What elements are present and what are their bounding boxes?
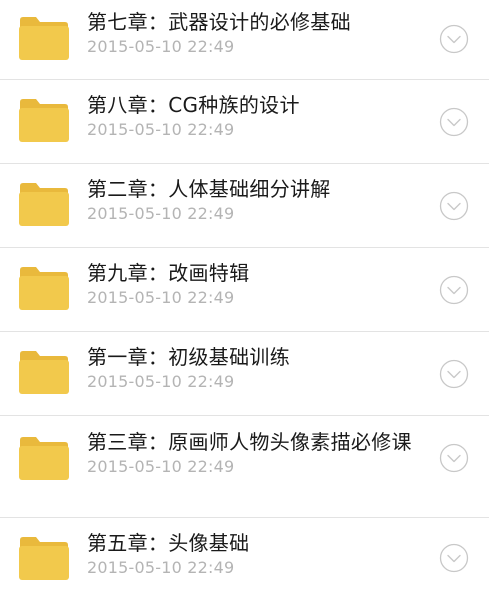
folder-icon: [18, 16, 69, 60]
item-title: 第五章：头像基础: [87, 531, 250, 555]
list-item[interactable]: 第二章：人体基础细分讲解 2015-05-10 22:49: [0, 164, 489, 248]
item-date: 2015-05-10 22:49: [87, 120, 235, 139]
list-item[interactable]: 第九章：改画特辑 2015-05-10 22:49: [0, 248, 489, 332]
chevron-down-icon[interactable]: [439, 275, 469, 305]
item-title: 第三章：原画师人物头像素描必修课: [87, 430, 412, 454]
list-item[interactable]: 第五章：头像基础 2015-05-10 22:49: [0, 518, 489, 602]
item-title: 第二章：人体基础细分讲解: [87, 177, 331, 201]
file-list: 第七章：武器设计的必修基础 2015-05-10 22:49 第八章：CG种族的…: [0, 0, 489, 602]
chevron-down-icon[interactable]: [439, 543, 469, 573]
item-title: 第八章：CG种族的设计: [87, 93, 300, 117]
folder-icon: [18, 98, 69, 142]
item-date: 2015-05-10 22:49: [87, 204, 235, 223]
folder-icon: [18, 266, 69, 310]
list-item[interactable]: 第三章：原画师人物头像素描必修课 2015-05-10 22:49: [0, 416, 489, 518]
item-date: 2015-05-10 22:49: [87, 457, 235, 476]
item-title: 第一章：初级基础训练: [87, 345, 290, 369]
item-date: 2015-05-10 22:49: [87, 37, 235, 56]
item-title: 第九章：改画特辑: [87, 261, 250, 285]
folder-icon: [18, 350, 69, 394]
folder-icon: [18, 436, 69, 480]
item-date: 2015-05-10 22:49: [87, 372, 235, 391]
folder-icon: [18, 536, 69, 580]
list-item[interactable]: 第七章：武器设计的必修基础 2015-05-10 22:49: [0, 0, 489, 80]
chevron-down-icon[interactable]: [439, 24, 469, 54]
folder-icon: [18, 182, 69, 226]
list-item[interactable]: 第八章：CG种族的设计 2015-05-10 22:49: [0, 80, 489, 164]
chevron-down-icon[interactable]: [439, 107, 469, 137]
chevron-down-icon[interactable]: [439, 191, 469, 221]
chevron-down-icon[interactable]: [439, 443, 469, 473]
item-date: 2015-05-10 22:49: [87, 558, 235, 577]
chevron-down-icon[interactable]: [439, 359, 469, 389]
list-item[interactable]: 第一章：初级基础训练 2015-05-10 22:49: [0, 332, 489, 416]
item-title: 第七章：武器设计的必修基础: [87, 10, 351, 34]
item-date: 2015-05-10 22:49: [87, 288, 235, 307]
